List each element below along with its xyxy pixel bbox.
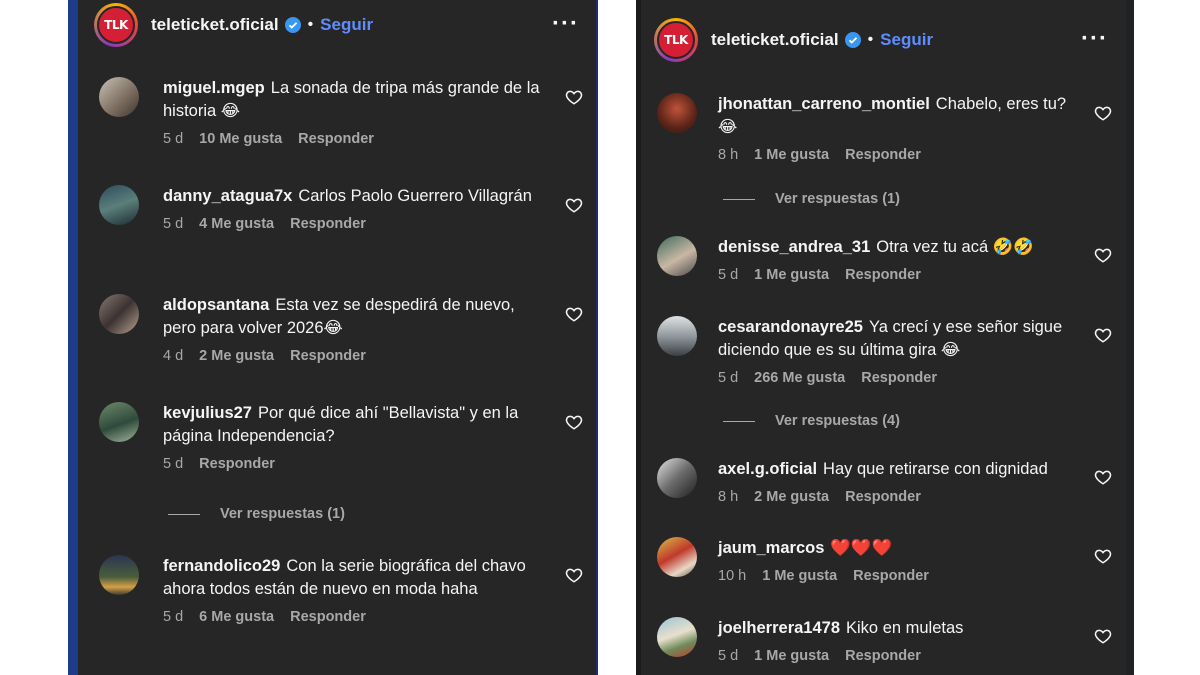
more-options-icon[interactable]: ··· [1081, 25, 1108, 53]
comment-time: 5 d [163, 456, 184, 472]
comment-username[interactable]: denisse_andrea_31 [718, 238, 870, 256]
comment-time: 4 d [163, 348, 184, 364]
reply-button[interactable]: Responder [845, 489, 921, 505]
header-username[interactable]: teleticket.oficial [711, 30, 839, 50]
reply-button[interactable]: Responder [290, 216, 366, 232]
like-heart-icon[interactable] [1094, 246, 1112, 264]
comment-time: 5 d [163, 216, 184, 232]
comment-text: Hay que retirarse con dignidad [823, 460, 1048, 478]
comment-likes[interactable]: 1 Me gusta [754, 147, 829, 163]
comment-time: 5 d [718, 267, 739, 283]
comments-panel-left: TLK teleticket.oficial • Seguir ··· migu… [78, 0, 596, 675]
comment-username[interactable]: kevjulius27 [163, 404, 252, 422]
view-replies-button[interactable]: Ver respuestas (4) [723, 413, 900, 429]
comment-likes[interactable]: 6 Me gusta [199, 609, 274, 625]
teleticket-avatar[interactable]: TLK [654, 18, 698, 62]
user-avatar[interactable] [657, 316, 697, 356]
user-avatar[interactable] [99, 402, 139, 442]
comment-likes[interactable]: 1 Me gusta [762, 568, 837, 584]
comment-text: Carlos Paolo Guerrero Villagrán [298, 187, 532, 205]
comment-username[interactable]: axel.g.oficial [718, 460, 817, 478]
teleticket-avatar[interactable]: TLK [94, 3, 138, 47]
reply-button[interactable]: Responder [845, 648, 921, 664]
like-heart-icon[interactable] [565, 413, 583, 431]
reply-button[interactable]: Responder [290, 348, 366, 364]
follow-button[interactable]: Seguir [320, 15, 373, 35]
comment-text: ❤️❤️❤️ [830, 539, 893, 557]
user-avatar[interactable] [99, 555, 139, 595]
comment-username[interactable]: jhonattan_carreno_montiel [718, 95, 930, 113]
follow-button[interactable]: Seguir [880, 30, 933, 50]
reply-button[interactable]: Responder [199, 456, 275, 472]
comment-likes[interactable]: 4 Me gusta [199, 216, 274, 232]
like-heart-icon[interactable] [565, 566, 583, 584]
reply-button[interactable]: Responder [845, 267, 921, 283]
user-avatar[interactable] [657, 236, 697, 276]
like-heart-icon[interactable] [565, 305, 583, 323]
like-heart-icon[interactable] [1094, 104, 1112, 122]
reply-button[interactable]: Responder [853, 568, 929, 584]
user-avatar[interactable] [657, 617, 697, 657]
comment-username[interactable]: aldopsantana [163, 296, 269, 314]
comment-likes[interactable]: 1 Me gusta [754, 648, 829, 664]
user-avatar[interactable] [99, 294, 139, 334]
like-heart-icon[interactable] [1094, 468, 1112, 486]
header-username[interactable]: teleticket.oficial [151, 15, 279, 35]
comment-username[interactable]: jaum_marcos [718, 539, 824, 557]
view-replies-button[interactable]: Ver respuestas (1) [168, 506, 345, 522]
comment-username[interactable]: danny_atagua7x [163, 187, 292, 205]
reply-button[interactable]: Responder [290, 609, 366, 625]
reply-button[interactable]: Responder [845, 147, 921, 163]
comment-time: 8 h [718, 147, 739, 163]
verified-badge-icon [844, 32, 861, 48]
like-heart-icon[interactable] [565, 196, 583, 214]
comment-text: Otra vez tu acá 🤣🤣 [876, 238, 1034, 256]
comment-username[interactable]: cesarandonayre25 [718, 318, 863, 336]
post-header: TLK teleticket.oficial • Seguir [78, 3, 596, 47]
comment-text: Kiko en muletas [846, 619, 964, 637]
comment-likes[interactable]: 10 Me gusta [199, 131, 282, 147]
comment-likes[interactable]: 2 Me gusta [754, 489, 829, 505]
comment-likes[interactable]: 2 Me gusta [199, 348, 274, 364]
like-heart-icon[interactable] [1094, 326, 1112, 344]
comment-likes[interactable]: 266 Me gusta [754, 370, 845, 386]
user-avatar[interactable] [657, 458, 697, 498]
comment-username[interactable]: fernandolico29 [163, 557, 280, 575]
comment-username[interactable]: joelherrera1478 [718, 619, 840, 637]
view-replies-button[interactable]: Ver respuestas (1) [723, 191, 900, 207]
like-heart-icon[interactable] [1094, 627, 1112, 645]
comment-time: 8 h [718, 489, 739, 505]
user-avatar[interactable] [657, 93, 697, 133]
like-heart-icon[interactable] [565, 88, 583, 106]
post-header: TLK teleticket.oficial • Seguir [641, 18, 1126, 62]
user-avatar[interactable] [657, 537, 697, 577]
comment-time: 10 h [718, 568, 747, 584]
user-avatar[interactable] [99, 77, 139, 117]
user-avatar[interactable] [99, 185, 139, 225]
comment-likes[interactable]: 1 Me gusta [754, 267, 829, 283]
reply-button[interactable]: Responder [861, 370, 937, 386]
separator-dot: • [867, 31, 874, 48]
separator-dot: • [307, 16, 314, 33]
comment-time: 5 d [718, 648, 739, 664]
comments-panel-right: TLK teleticket.oficial • Seguir ··· jhon… [641, 0, 1126, 675]
verified-badge-icon [284, 17, 301, 33]
comment-time: 5 d [163, 609, 184, 625]
comment-username[interactable]: miguel.mgep [163, 79, 265, 97]
comment-time: 5 d [718, 370, 739, 386]
like-heart-icon[interactable] [1094, 547, 1112, 565]
reply-button[interactable]: Responder [298, 131, 374, 147]
more-options-icon[interactable]: ··· [552, 10, 579, 38]
comment-time: 5 d [163, 131, 184, 147]
